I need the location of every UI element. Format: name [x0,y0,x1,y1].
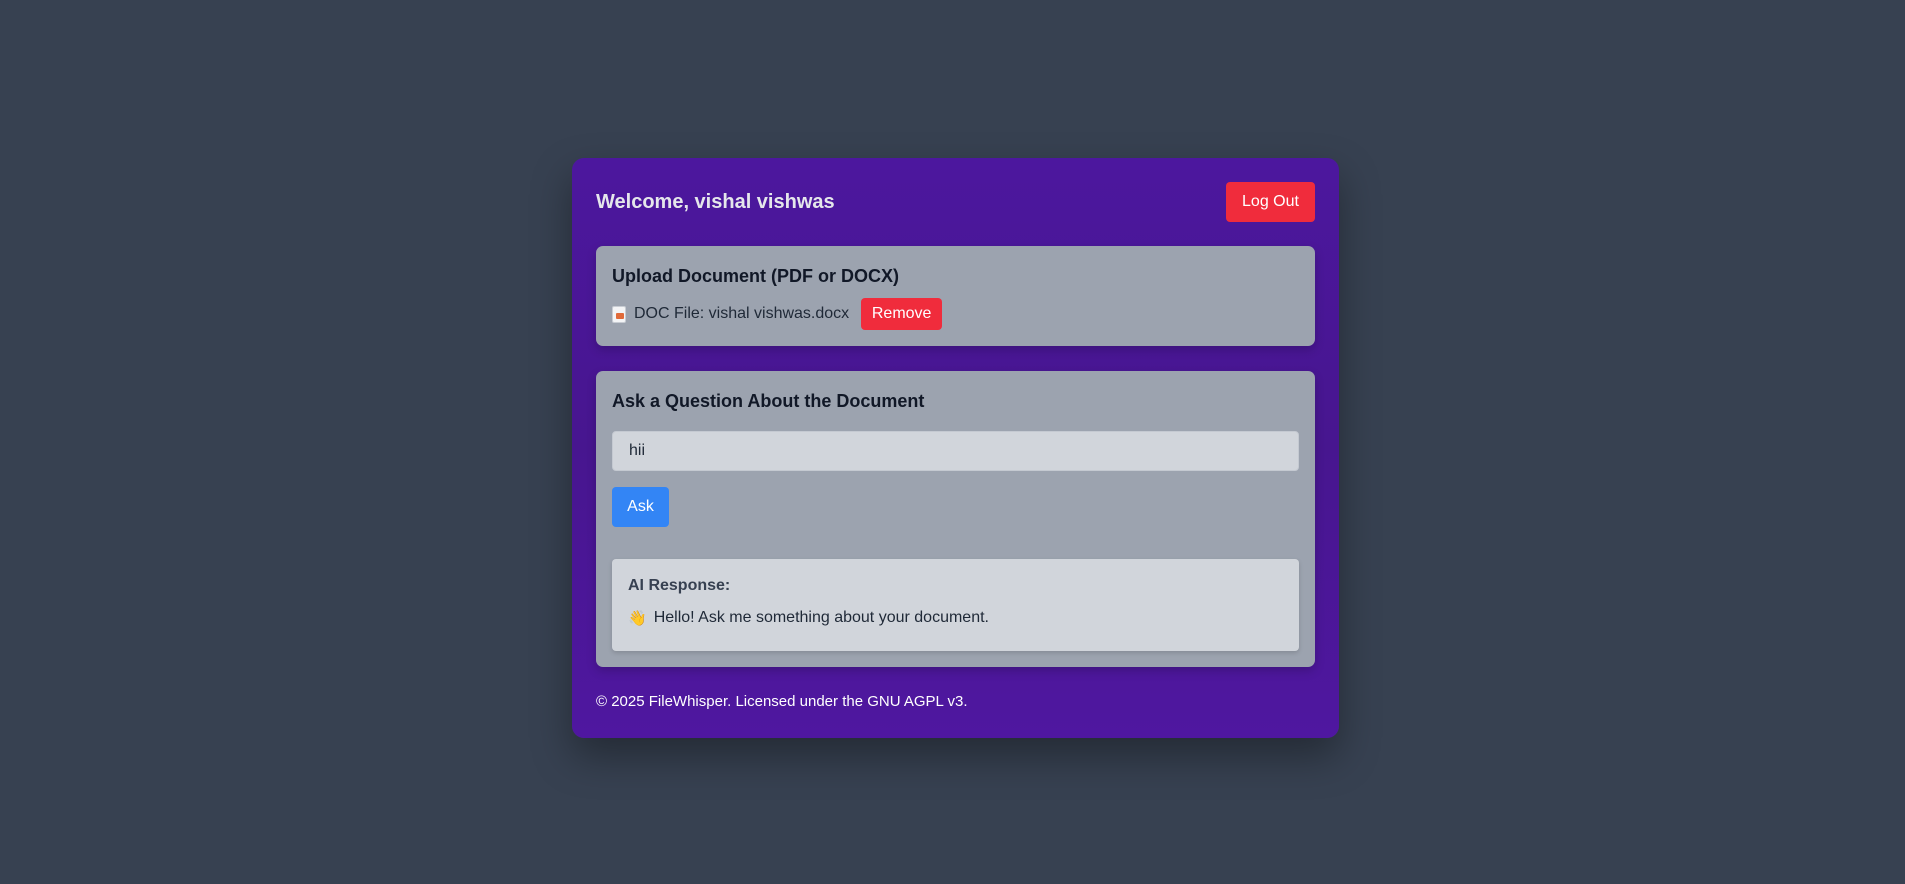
question-input[interactable] [612,431,1299,471]
ai-response-message: 👋 Hello! Ask me something about your doc… [628,609,989,627]
document-icon [612,305,626,323]
logout-button[interactable]: Log Out [1226,182,1315,222]
ai-response-label: AI Response: [628,577,731,594]
upload-title: Upload Document (PDF or DOCX) [612,266,899,286]
uploaded-file-row: DOC File: vishal vishwas.docx Remove [612,298,943,330]
question-panel: Ask a Question About the Document Ask AI… [596,371,1315,667]
ask-button[interactable]: Ask [612,487,669,527]
ai-response-box: AI Response: 👋 Hello! Ask me something a… [612,559,1299,651]
waving-hand-icon: 👋 [628,610,647,627]
main-card: Welcome, vishal vishwas Log Out Upload D… [572,158,1339,738]
question-title: Ask a Question About the Document [612,391,925,411]
ai-response-text: Hello! Ask me something about your docum… [653,609,989,626]
upload-panel: Upload Document (PDF or DOCX) DOC File: … [596,246,1315,346]
file-name: DOC File: vishal vishwas.docx [634,305,850,322]
header: Welcome, vishal vishwas Log Out [596,182,1315,222]
welcome-heading: Welcome, vishal vishwas [596,190,835,213]
footer-text: © 2025 FileWhisper. Licensed under the G… [596,693,968,710]
remove-file-button[interactable]: Remove [861,298,943,330]
